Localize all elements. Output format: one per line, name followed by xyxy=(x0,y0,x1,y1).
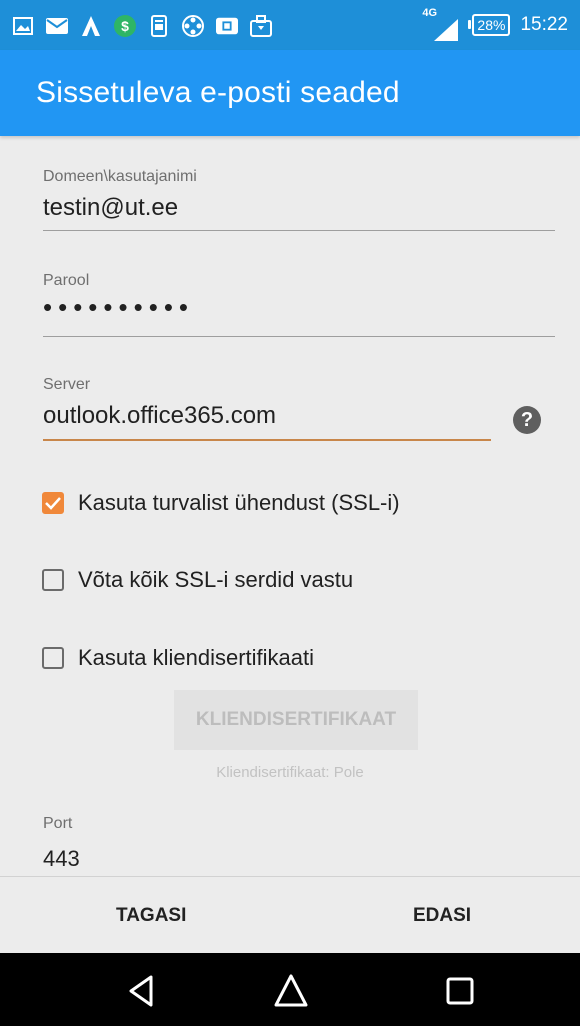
svg-text:$: $ xyxy=(121,18,129,34)
server-underline xyxy=(43,439,491,441)
notification-icons: $ xyxy=(12,13,272,39)
image-icon xyxy=(12,15,34,37)
back-nav-icon[interactable] xyxy=(123,971,163,1011)
cc-icon xyxy=(216,15,238,37)
mail-icon xyxy=(46,15,68,37)
accept-all-certs-checkbox[interactable] xyxy=(42,569,64,591)
clock: 15:22 xyxy=(520,14,568,35)
server-input[interactable]: outlook.office365.com xyxy=(43,402,276,430)
client-cert-checkbox[interactable] xyxy=(42,647,64,669)
footer-divider xyxy=(0,876,580,877)
ssl-checkbox-label[interactable]: Kasuta turvalist ühendust (SSL-i) xyxy=(78,490,400,516)
next-button[interactable]: EDASI xyxy=(413,905,471,927)
home-nav-icon[interactable] xyxy=(271,971,311,1011)
client-cert-label[interactable]: Kasuta kliendisertifikaati xyxy=(78,645,314,671)
check-icon xyxy=(45,497,61,510)
username-label: Domeen\kasutajanimi xyxy=(43,168,197,185)
username-field[interactable]: Domeen\kasutajanimi testin@ut.ee xyxy=(43,168,197,222)
signal-indicator: 4G xyxy=(422,5,462,45)
signal-icon xyxy=(434,19,459,41)
port-label: Port xyxy=(43,815,73,832)
server-label: Server xyxy=(43,376,91,393)
ssl-checkbox-row[interactable]: Kasuta turvalist ühendust (SSL-i) xyxy=(42,490,400,516)
accept-all-certs-row[interactable]: Võta kõik SSL-i serdid vastu xyxy=(42,567,353,593)
client-certificate-status: Kliendisertifikaat: Pole xyxy=(216,764,364,781)
username-underline xyxy=(43,230,555,231)
network-type: 4G xyxy=(422,7,438,19)
password-field[interactable]: Parool •••••••••• xyxy=(43,272,194,323)
server-field[interactable]: Server outlook.office365.com xyxy=(43,376,276,430)
client-cert-row[interactable]: Kasuta kliendisertifikaati xyxy=(42,645,314,671)
briefcase-icon xyxy=(250,15,272,37)
navigation-bar xyxy=(0,953,580,1026)
password-underline xyxy=(43,336,555,337)
password-label: Parool xyxy=(43,272,90,289)
page-title: Sissetuleva e-posti seaded xyxy=(36,76,400,109)
app-bar: Sissetuleva e-posti seaded xyxy=(0,50,580,136)
status-right: 4G 28% 15:22 xyxy=(422,0,568,50)
battery-indicator: 28% xyxy=(468,14,511,36)
accept-all-certs-label[interactable]: Võta kõik SSL-i serdid vastu xyxy=(78,567,353,593)
back-button[interactable]: TAGASI xyxy=(116,905,186,927)
help-icon[interactable]: ? xyxy=(513,406,541,434)
film-reel-icon xyxy=(182,15,204,37)
password-input[interactable]: •••••••••• xyxy=(43,292,194,323)
money-icon: $ xyxy=(114,15,136,37)
client-certificate-button[interactable]: KLIENDISERTIFIKAAT xyxy=(174,690,418,750)
document-icon xyxy=(148,15,170,37)
ssl-checkbox[interactable] xyxy=(42,492,64,514)
recents-nav-icon[interactable] xyxy=(440,971,480,1011)
username-input[interactable]: testin@ut.ee xyxy=(43,194,197,222)
port-input[interactable]: 443 xyxy=(43,846,80,872)
arch-icon xyxy=(80,15,102,37)
status-bar: $ 4G 28% 15:22 xyxy=(0,0,580,50)
